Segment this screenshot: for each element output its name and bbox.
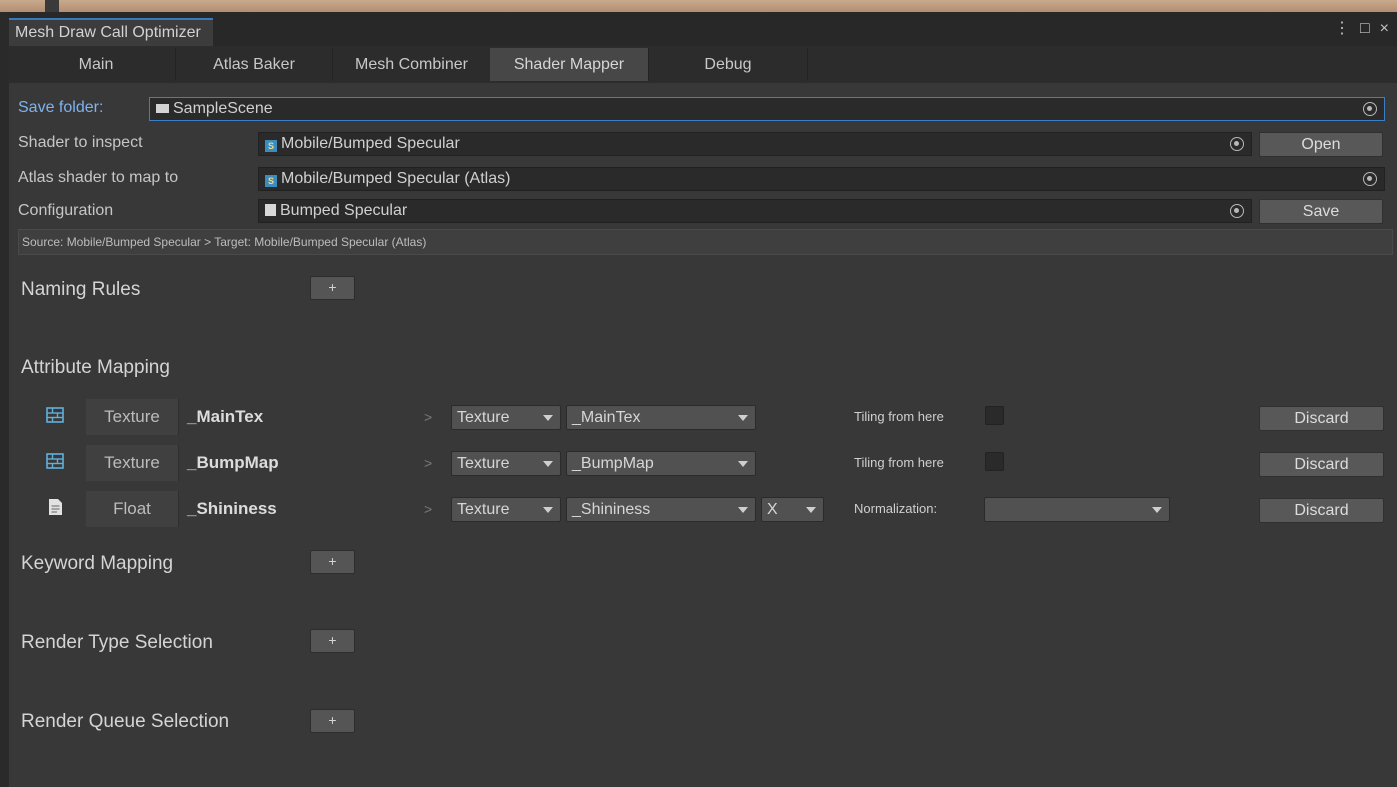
render-queue-add-button[interactable]: +	[310, 709, 355, 733]
discard-button[interactable]: Discard	[1259, 498, 1384, 523]
configuration-value: Bumped Specular	[280, 202, 408, 219]
shader-inspect-value: Mobile/Bumped Specular	[281, 135, 460, 152]
render-type-heading: Render Type Selection	[21, 632, 213, 653]
property-type: Texture	[86, 399, 179, 435]
property-name: _Shininess	[187, 499, 277, 518]
tab-main[interactable]: Main	[17, 48, 175, 81]
discard-button[interactable]: Discard	[1259, 406, 1384, 431]
source-target-info: Source: Mobile/Bumped Specular > Target:…	[18, 229, 1393, 255]
tab-debug[interactable]: Debug	[649, 48, 807, 81]
maximize-icon[interactable]: □	[1360, 19, 1370, 39]
chevron-down-icon	[738, 415, 748, 421]
editor-window: Mesh Draw Call Optimizer ⋮ □ × Main Atla…	[9, 12, 1397, 787]
atlas-shader-field[interactable]: S Mobile/Bumped Specular (Atlas)	[258, 167, 1385, 191]
attribute-row: Float _Shininess > Texture _Shininess X …	[9, 491, 1397, 531]
configuration-label: Configuration	[18, 202, 114, 219]
mapping-arrow: >	[424, 455, 433, 471]
object-picker-icon[interactable]	[1363, 172, 1377, 186]
mapping-arrow: >	[424, 501, 433, 517]
property-name: _BumpMap	[187, 453, 279, 472]
attribute-mapping-heading: Attribute Mapping	[21, 357, 170, 378]
attribute-row: Texture _BumpMap > Texture _BumpMap Tili…	[9, 445, 1397, 485]
chevron-down-icon	[543, 461, 553, 467]
object-picker-icon[interactable]	[1230, 137, 1244, 151]
naming-rules-heading: Naming Rules	[21, 279, 141, 300]
tiling-label: Tiling from here	[854, 409, 944, 424]
object-picker-icon[interactable]	[1230, 204, 1244, 218]
object-picker-icon[interactable]	[1363, 102, 1377, 116]
atlas-shader-value: Mobile/Bumped Specular (Atlas)	[281, 170, 511, 187]
property-type: Float	[86, 491, 179, 527]
tiling-checkbox[interactable]	[985, 406, 1004, 425]
chevron-down-icon	[1152, 507, 1162, 513]
target-property-dropdown[interactable]: _BumpMap	[566, 451, 756, 476]
save-folder-value: SampleScene	[173, 100, 273, 117]
naming-rules-add-button[interactable]: +	[310, 276, 355, 300]
close-icon[interactable]: ×	[1380, 19, 1389, 39]
texture-icon	[46, 407, 64, 423]
tab-shader-mapper[interactable]: Shader Mapper	[490, 48, 648, 81]
tiling-checkbox[interactable]	[985, 452, 1004, 471]
keyword-mapping-heading: Keyword Mapping	[21, 553, 174, 574]
shader-inspect-label: Shader to inspect	[18, 134, 143, 151]
normalization-label: Normalization:	[854, 501, 938, 516]
discard-button[interactable]: Discard	[1259, 452, 1384, 477]
save-folder-label: Save folder:	[18, 99, 104, 116]
window-title: Mesh Draw Call Optimizer	[15, 24, 201, 41]
shader-inspect-field[interactable]: S Mobile/Bumped Specular	[258, 132, 1252, 156]
atlas-shader-label: Atlas shader to map to	[18, 169, 179, 186]
mapping-arrow: >	[424, 409, 433, 425]
tab-atlas-baker[interactable]: Atlas Baker	[176, 48, 332, 81]
shader-icon: S	[265, 175, 277, 187]
target-type-dropdown[interactable]: Texture	[451, 405, 561, 430]
desktop-background-strip	[0, 0, 1397, 12]
shader-icon: S	[265, 140, 277, 152]
target-type-dropdown[interactable]: Texture	[451, 451, 561, 476]
chevron-down-icon	[543, 507, 553, 513]
left-edge	[0, 12, 9, 787]
folder-icon	[156, 104, 169, 113]
property-name: _MainTex	[187, 407, 264, 426]
save-folder-field[interactable]: SampleScene	[149, 97, 1385, 121]
chevron-down-icon	[738, 507, 748, 513]
target-property-dropdown[interactable]: _Shininess	[566, 497, 756, 522]
texture-icon	[46, 453, 64, 469]
tab-mesh-combiner[interactable]: Mesh Combiner	[333, 48, 490, 81]
chevron-down-icon	[806, 507, 816, 513]
target-type-dropdown[interactable]: Texture	[451, 497, 561, 522]
more-options-icon[interactable]: ⋮	[1334, 19, 1350, 39]
save-button[interactable]: Save	[1259, 199, 1383, 224]
configuration-field[interactable]: Bumped Specular	[258, 199, 1252, 223]
attribute-row: Texture _MainTex > Texture _MainTex Tili…	[9, 399, 1397, 439]
title-bar: Mesh Draw Call Optimizer ⋮ □ ×	[9, 12, 1397, 46]
target-property-dropdown[interactable]: _MainTex	[566, 405, 756, 430]
property-type: Texture	[86, 445, 179, 481]
chevron-down-icon	[738, 461, 748, 467]
channel-dropdown[interactable]: X	[761, 497, 824, 522]
keyword-mapping-add-button[interactable]: +	[310, 550, 355, 574]
document-icon	[265, 204, 276, 216]
document-icon	[49, 499, 62, 515]
render-type-add-button[interactable]: +	[310, 629, 355, 653]
chevron-down-icon	[543, 415, 553, 421]
normalization-dropdown[interactable]	[984, 497, 1170, 522]
tab-bar: Main Atlas Baker Mesh Combiner Shader Ma…	[9, 46, 1397, 83]
tiling-label: Tiling from here	[854, 455, 944, 470]
window-controls: ⋮ □ ×	[1334, 19, 1389, 39]
open-button[interactable]: Open	[1259, 132, 1383, 157]
window-title-tab[interactable]: Mesh Draw Call Optimizer	[9, 18, 213, 46]
render-queue-heading: Render Queue Selection	[21, 711, 230, 732]
